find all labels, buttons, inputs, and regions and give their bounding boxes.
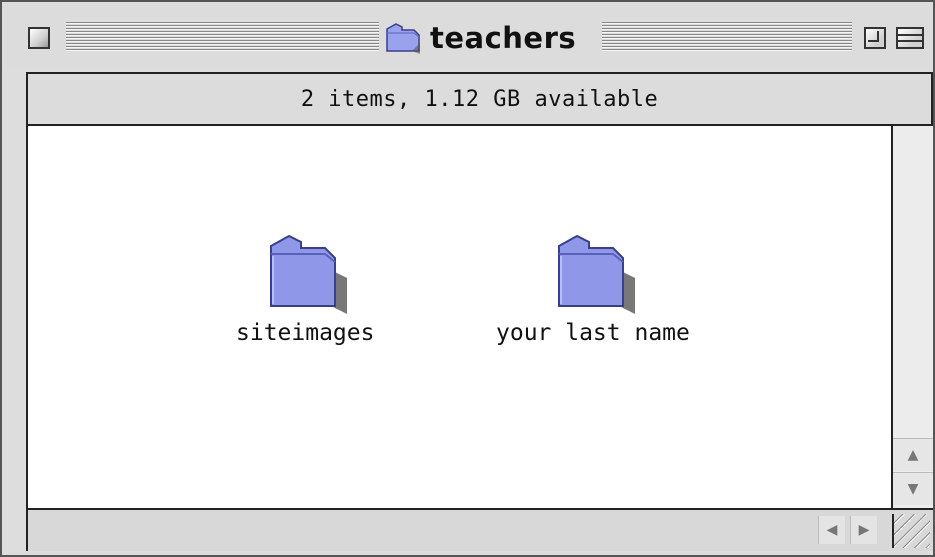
window-title-text: teachers [430, 21, 577, 55]
finder-window: teachers 2 items, 1.12 GB available site… [0, 0, 935, 557]
folder-icon[interactable] [257, 232, 353, 316]
folder-item-label[interactable]: your last name [496, 320, 690, 346]
folder-item-label[interactable]: siteimages [236, 320, 374, 346]
folder-item-siteimages[interactable]: siteimages [236, 232, 374, 346]
folder-icon [386, 23, 420, 54]
title-bar-stripes-right [602, 22, 852, 52]
horizontal-scrollbar[interactable]: ◀ ▶ [26, 508, 933, 551]
scroll-right-arrow-icon[interactable]: ▶ [850, 516, 877, 544]
close-box-button[interactable] [28, 27, 50, 49]
info-header: 2 items, 1.12 GB available [26, 72, 933, 126]
items-available-status: 2 items, 1.12 GB available [300, 86, 659, 112]
folder-icon[interactable] [545, 232, 641, 316]
scroll-down-arrow-icon[interactable]: ▼ [893, 472, 933, 505]
resize-grip-icon[interactable] [892, 514, 930, 548]
vertical-scrollbar[interactable]: ▲ ▼ [891, 126, 933, 510]
title-bar[interactable]: teachers [6, 8, 931, 70]
folder-item-your-last-name[interactable]: your last name [496, 232, 690, 346]
scroll-left-arrow-icon[interactable]: ◀ [818, 516, 845, 544]
zoom-box-button[interactable] [864, 27, 886, 49]
window-title: teachers [384, 20, 596, 56]
title-bar-stripes-left [66, 22, 379, 52]
folder-content-area[interactable]: siteimages your last name [26, 126, 893, 510]
scroll-up-arrow-icon[interactable]: ▲ [893, 438, 933, 471]
collapse-box-button[interactable] [896, 27, 924, 49]
